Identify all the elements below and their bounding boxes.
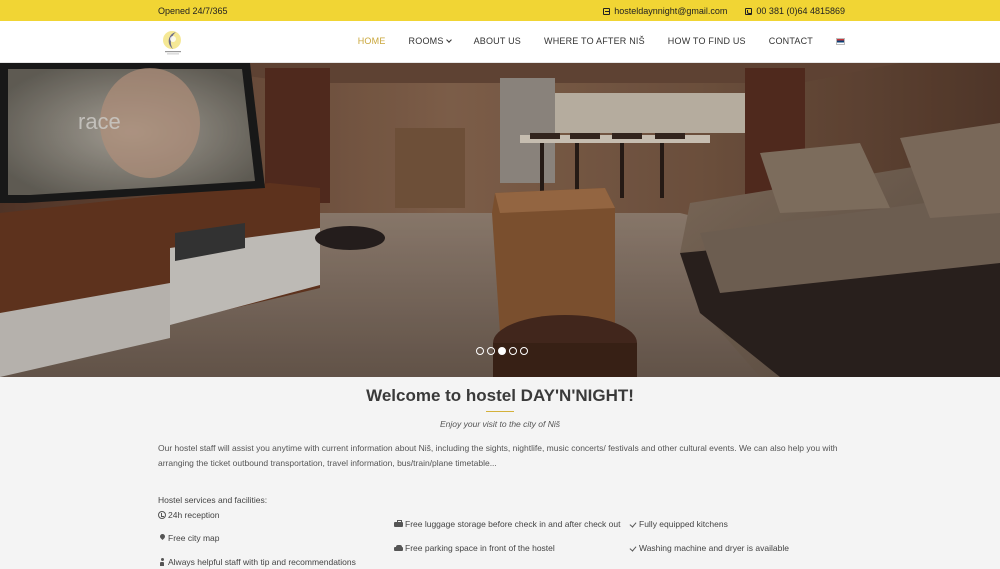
person-icon: [158, 558, 166, 566]
hero-image: race: [0, 63, 1000, 377]
phone-icon: [745, 7, 753, 15]
hero-slider: race: [0, 63, 1000, 377]
service-item: Free luggage storage before check in and…: [394, 519, 620, 529]
service-item: Free city map: [158, 533, 220, 543]
slide-dot-2[interactable]: [487, 347, 495, 355]
nav-home[interactable]: HOME: [358, 36, 386, 46]
service-item: Fully equipped kitchens: [629, 519, 728, 529]
nav-how-to-find-us[interactable]: HOW TO FIND US: [668, 36, 746, 46]
nav-contact[interactable]: CONTACT: [769, 36, 813, 46]
car-icon: [394, 544, 403, 552]
opening-hours: Opened 24/7/365: [158, 6, 228, 16]
service-item: 24h reception: [158, 510, 220, 520]
slide-dot-1[interactable]: [476, 347, 484, 355]
title-divider: [486, 411, 514, 412]
site-header: HOME ROOMS ABOUT US WHERE TO AFTER NIŠ H…: [0, 21, 1000, 63]
envelope-icon: [603, 7, 611, 15]
hostel-logo[interactable]: [160, 28, 186, 56]
slider-pagination: [476, 347, 528, 355]
nav-where-to-after-nis[interactable]: WHERE TO AFTER NIŠ: [544, 36, 645, 46]
nav-rooms[interactable]: ROOMS: [409, 36, 452, 46]
top-info-bar: Opened 24/7/365 hosteldaynnight@gmail.co…: [0, 0, 1000, 21]
welcome-title: Welcome to hostel DAY'N'NIGHT!: [366, 386, 634, 405]
phone-text: 00 381 (0)64 4815869: [756, 6, 845, 16]
suitcase-icon: [394, 520, 403, 528]
service-item: Free parking space in front of the hoste…: [394, 543, 555, 553]
slide-dot-3[interactable]: [498, 347, 506, 355]
clock-icon: [158, 511, 166, 519]
map-pin-icon: [158, 534, 166, 542]
main-navigation: HOME ROOMS ABOUT US WHERE TO AFTER NIŠ H…: [358, 36, 845, 46]
serbia-flag-icon: [836, 38, 845, 45]
welcome-section: Welcome to hostel DAY'N'NIGHT! Enjoy you…: [0, 377, 1000, 569]
services-heading: Hostel services and facilities:: [158, 495, 268, 505]
service-item: Washing machine and dryer is available: [629, 543, 789, 553]
email-link[interactable]: hosteldaynnight@gmail.com: [603, 6, 727, 16]
language-switch[interactable]: [836, 36, 845, 46]
check-icon: [629, 544, 637, 552]
intro-paragraph: Our hostel staff will assist you anytime…: [158, 443, 838, 468]
chevron-down-icon: [445, 36, 452, 43]
phone-link[interactable]: 00 381 (0)64 4815869: [745, 6, 845, 16]
email-text: hosteldaynnight@gmail.com: [614, 6, 728, 16]
nav-about-us[interactable]: ABOUT US: [474, 36, 521, 46]
service-item: Always helpful staff with tip and recomm…: [158, 557, 356, 567]
slide-dot-5[interactable]: [520, 347, 528, 355]
welcome-subtitle: Enjoy your visit to the city of Niš: [440, 419, 560, 429]
check-icon: [629, 520, 637, 528]
slide-dot-4[interactable]: [509, 347, 517, 355]
contact-info: hosteldaynnight@gmail.com 00 381 (0)64 4…: [603, 6, 845, 16]
